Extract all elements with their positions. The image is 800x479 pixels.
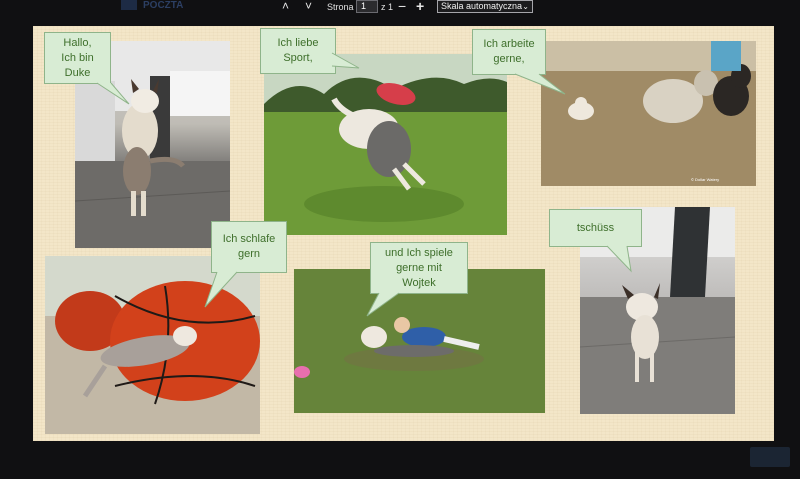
speech-bubble-tail	[331, 52, 360, 69]
zoom-in-button[interactable]: +	[416, 0, 424, 13]
zoom-select[interactable]: Skala automatyczna ⌄	[437, 0, 533, 13]
speech-bubble-tail	[204, 271, 238, 308]
photo-dog-sheep: © Dollar Watery	[541, 41, 756, 186]
pdf-toolbar: POCZTA ˄ ˅ Strona 1 z 1 − + Skala automa…	[0, 0, 800, 16]
presentation-page: © Dollar Watery Hallo, Ich bin Duke Ich …	[33, 26, 774, 441]
dog-sheep-illustration: © Dollar Watery	[541, 41, 756, 186]
speech-bubble-tail	[366, 292, 400, 317]
zoom-out-button[interactable]: −	[398, 0, 406, 13]
speech-bubble-bye: tschüss	[549, 209, 642, 247]
page-number-input[interactable]: 1	[356, 0, 378, 13]
speech-bubble-tail	[514, 73, 566, 95]
brand-name: POCZTA	[143, 0, 184, 11]
brand-logo-icon	[121, 0, 137, 10]
speech-bubble-tail	[96, 82, 130, 105]
speech-bubble-tail	[606, 245, 632, 273]
photo-caption: © Dollar Watery	[691, 177, 719, 182]
previous-page-button[interactable]: ˄	[282, 0, 289, 12]
speech-bubble-sport: Ich liebe Sport,	[260, 28, 336, 74]
chevron-down-icon: ⌄	[522, 2, 529, 11]
next-page-button[interactable]: ˅	[305, 0, 312, 12]
photo-dog-frisbee	[264, 54, 507, 235]
speech-bubble-sleep: Ich schlafe gern	[211, 221, 287, 273]
dog-frisbee-illustration	[264, 54, 507, 235]
page-label: Strona	[327, 2, 354, 12]
page-total: z 1	[381, 2, 394, 12]
speech-bubble-play: und Ich spiele gerne mit Wojtek	[370, 242, 468, 294]
speech-bubble-duke: Hallo, Ich bin Duke	[44, 32, 111, 84]
speech-bubble-work: Ich arbeite gerne,	[472, 29, 546, 75]
zoom-select-value: Skala automatyczna	[441, 1, 523, 11]
dim-action-button[interactable]	[750, 447, 790, 467]
